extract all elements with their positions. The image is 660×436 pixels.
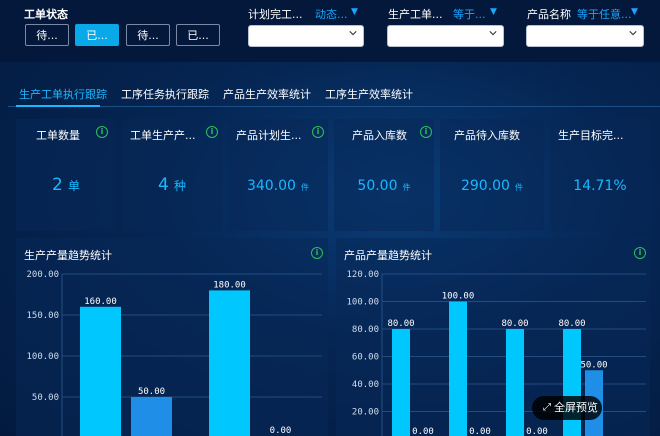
bar <box>392 329 410 436</box>
y-tick-label: 60.00 <box>352 353 379 363</box>
status-option-1[interactable]: 已... <box>75 24 119 46</box>
dropdown-2-label: 产品名称 <box>527 8 571 21</box>
bar-data-label: 50.00 <box>580 360 607 370</box>
fullscreen-preview-button[interactable]: ⤢ 全屏预览 <box>532 396 602 420</box>
kpi-title: 产品待入库数 <box>454 129 520 142</box>
kpi-card-stocked-in: 产品入库数 i 50.00 件 <box>334 119 434 231</box>
kpi-value-line: 340.00 件 <box>228 175 328 194</box>
info-icon[interactable]: i <box>96 126 108 138</box>
kpi-value: 14.71% <box>573 178 627 194</box>
bar <box>449 301 467 436</box>
tab-divider <box>8 106 660 107</box>
kpi-unit: 种 <box>173 179 186 193</box>
kpi-unit: 件 <box>515 183 524 192</box>
tab-work-order-tracking[interactable]: 生产工单执行跟踪 <box>19 86 107 102</box>
kpi-unit: 件 <box>402 183 411 192</box>
bar-data-label: 160.00 <box>84 297 117 307</box>
y-tick-label: 40.00 <box>352 380 379 390</box>
dropdown-2-operator[interactable]: 等于任意... <box>577 6 632 22</box>
kpi-value-line: 4 种 <box>122 175 222 195</box>
kpi-card-pending-stock: 产品待入库数 290.00 件 <box>440 119 544 231</box>
kpi-title: 产品入库数 <box>352 129 407 142</box>
bar-data-label: 0.00 <box>270 426 292 436</box>
bar <box>131 397 172 436</box>
kpi-value: 50.00 <box>357 178 398 194</box>
kpi-unit: 件 <box>301 183 310 192</box>
dropdown-2-select[interactable] <box>526 25 644 47</box>
y-tick-label: 120.00 <box>346 270 379 280</box>
status-option-3[interactable]: 已... <box>176 24 220 46</box>
chart-panel-product-trend: 产品产量趋势统计 i 120.00 100.00 80.00 60.00 40.00 20… <box>336 238 650 436</box>
chevron-down-icon <box>489 31 497 36</box>
status-option-2[interactable]: 待... <box>126 24 170 46</box>
tab-process-efficiency[interactable]: 工序生产效率统计 <box>325 86 413 102</box>
status-option-0[interactable]: 待... <box>25 24 69 46</box>
dropdown-1-select[interactable] <box>387 25 504 47</box>
kpi-card-work-orders: 工单数量 i 2 单 <box>16 119 116 231</box>
bar-data-label: 0.00 <box>412 427 434 436</box>
bar-data-label: 80.00 <box>501 319 528 329</box>
y-tick-label: 150.00 <box>26 311 59 321</box>
kpi-card-target-completion: 生产目标完... 14.71% <box>550 119 650 231</box>
bar <box>506 329 524 436</box>
y-tick-label: 100.00 <box>346 298 379 308</box>
chevron-down-icon <box>349 31 357 36</box>
y-tick-label: 80.00 <box>352 325 379 335</box>
info-icon[interactable]: i <box>420 126 432 138</box>
tab-process-task-tracking[interactable]: 工序任务执行跟踪 <box>121 86 209 102</box>
y-tick-label: 100.00 <box>26 352 59 362</box>
kpi-card-planned-output: 产品计划生... i 340.00 件 <box>228 119 328 231</box>
kpi-value-line: 290.00 件 <box>440 175 544 194</box>
kpi-title: 生产目标完... <box>558 129 624 142</box>
bar-data-label: 0.00 <box>526 427 548 436</box>
kpi-value-line: 2 单 <box>16 175 116 195</box>
dropdown-1-label: 生产工单... <box>388 8 443 21</box>
kpi-unit: 单 <box>67 179 80 193</box>
caret-down-icon[interactable]: ▼ <box>490 7 497 17</box>
bar-data-label: 80.00 <box>558 319 585 329</box>
bar-data-label: 50.00 <box>138 387 165 397</box>
production-trend-chart: 200.00 150.00 100.00 50.00 160.00 50.00 180.00… <box>26 270 322 436</box>
caret-down-icon[interactable]: ▼ <box>351 7 358 17</box>
kpi-value: 2 <box>52 175 63 195</box>
expand-icon: ⤢ <box>543 402 551 413</box>
active-tab-indicator <box>16 105 100 107</box>
y-tick-label: 200.00 <box>26 270 59 280</box>
bar <box>80 306 121 436</box>
dropdown-0-label: 计划完工... <box>248 8 303 21</box>
fullscreen-label: 全屏预览 <box>554 401 598 414</box>
bar-data-label: 100.00 <box>442 292 475 302</box>
kpi-value-line: 50.00 件 <box>334 175 434 194</box>
kpi-value: 290.00 <box>460 178 510 194</box>
dropdown-0-operator[interactable]: 动态... <box>315 6 348 22</box>
bar-data-label: 180.00 <box>213 280 246 290</box>
bar-data-label: 80.00 <box>387 319 414 329</box>
kpi-value-line: 14.71% <box>550 175 650 194</box>
tab-product-efficiency[interactable]: 产品生产效率统计 <box>223 86 311 102</box>
kpi-value: 4 <box>158 175 169 195</box>
dropdown-1-operator[interactable]: 等于... <box>453 6 486 22</box>
kpi-value: 340.00 <box>246 178 296 194</box>
status-filter-label: 工单状态 <box>24 8 68 21</box>
kpi-card-products: 工单生产产... i 4 种 <box>122 119 222 231</box>
y-tick-label: 20.00 <box>352 408 379 418</box>
y-tick-label: 50.00 <box>32 393 59 403</box>
product-trend-chart: 120.00 100.00 80.00 60.00 40.00 20.00 80.00 0.0… <box>346 270 646 436</box>
caret-down-icon[interactable]: ▼ <box>631 7 638 17</box>
info-icon[interactable]: i <box>312 126 324 138</box>
dropdown-0-select[interactable] <box>248 25 364 47</box>
bar-data-label: 0.00 <box>469 427 491 436</box>
chart-panel-production-trend: 生产产量趋势统计 i 200.00 150.00 100.00 50.00 160.00… <box>16 238 328 436</box>
tab-bar: 生产工单执行跟踪 工序任务执行跟踪 产品生产效率统计 工序生产效率统计 <box>0 80 660 108</box>
info-icon[interactable]: i <box>206 126 218 138</box>
bar <box>209 290 250 436</box>
chevron-down-icon <box>629 31 637 36</box>
